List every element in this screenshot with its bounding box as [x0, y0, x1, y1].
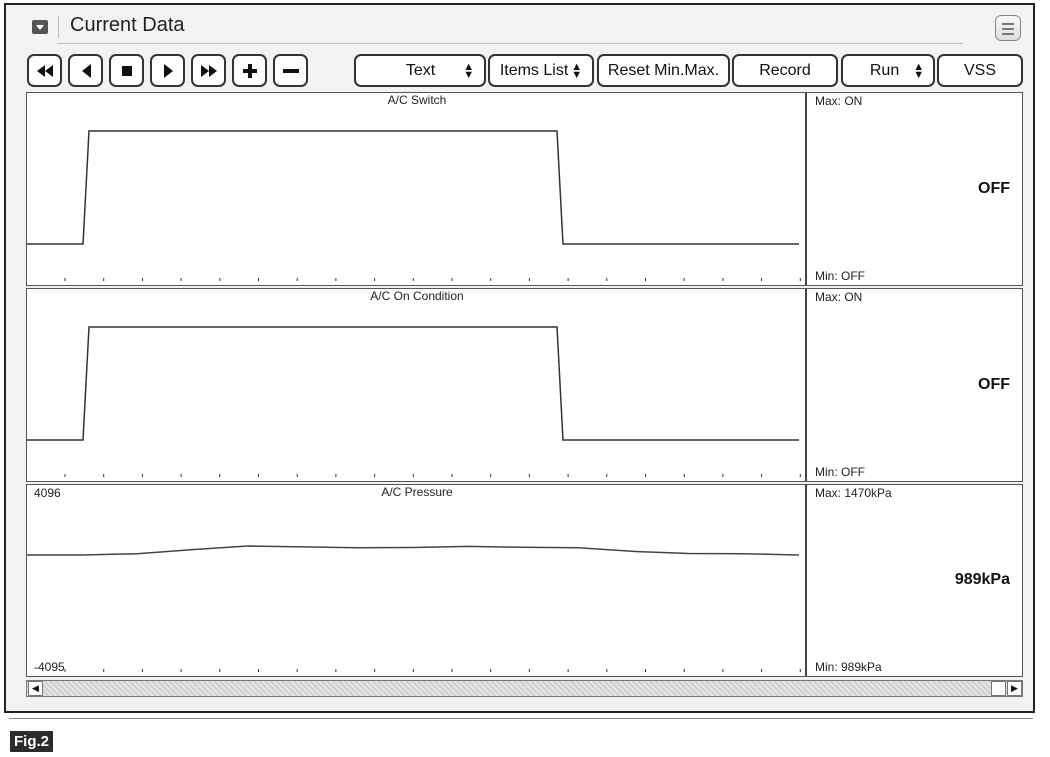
vss-button[interactable]: VSS — [937, 54, 1023, 87]
panel-title: A/C Switch — [387, 93, 447, 107]
window-menu-icon[interactable] — [32, 20, 48, 34]
step-back-icon — [81, 63, 91, 78]
zoom-out-icon — [282, 68, 299, 73]
display-mode-value: Text — [405, 61, 436, 79]
scroll-thumb[interactable] — [991, 681, 1006, 696]
ac-pressure-graph — [27, 545, 801, 672]
step-back-button[interactable] — [68, 54, 103, 87]
max-value: Max: 1470kPa — [815, 486, 892, 500]
window-title: Current Data — [70, 14, 185, 36]
min-value: Min: 989kPa — [815, 660, 882, 674]
reset-min-max-button[interactable]: Reset Min.Max. — [597, 54, 730, 87]
fast-forward-icon — [200, 64, 217, 77]
min-value: Min: OFF — [815, 269, 865, 283]
stop-button[interactable] — [109, 54, 144, 87]
panel-title: A/C On Condition — [370, 289, 464, 303]
record-button[interactable]: Record — [732, 54, 838, 87]
graph-panel-ac-switch: A/C Switch Max: ON OFF Min: OFF — [26, 92, 1023, 286]
rewind-button[interactable] — [27, 54, 62, 87]
select-arrows-icon: ▲ ▼ — [463, 60, 475, 81]
plot-area[interactable]: A/C Pressure 4096 -4095 — [27, 485, 807, 676]
play-button[interactable] — [150, 54, 185, 87]
scroll-right-button[interactable]: ▶ — [1007, 681, 1022, 696]
signal-trace — [27, 326, 799, 441]
record-label: Record — [759, 61, 811, 79]
panel-title: A/C Pressure — [381, 485, 453, 499]
ac-on-condition-graph — [27, 326, 801, 477]
horizontal-scrollbar[interactable]: ◀ ▶ — [26, 680, 1023, 697]
current-value: OFF — [978, 180, 1010, 197]
signal-trace — [27, 130, 799, 245]
zoom-out-button[interactable] — [273, 54, 308, 87]
play-icon — [163, 63, 173, 78]
min-value: Min: OFF — [815, 465, 865, 479]
title-bar: Current Data — [18, 10, 1023, 44]
reset-min-max-label: Reset Min.Max. — [607, 61, 720, 79]
y-axis-max-label: 4096 — [34, 486, 61, 500]
fast-forward-button[interactable] — [191, 54, 226, 87]
run-label: Run — [869, 61, 900, 79]
title-divider — [58, 43, 963, 44]
display-mode-select[interactable]: Text ▲ ▼ — [354, 54, 486, 87]
pressure-trace — [27, 545, 800, 556]
y-axis-min-label: -4095 — [34, 660, 65, 674]
list-menu-icon[interactable] — [995, 15, 1021, 41]
vss-label: VSS — [963, 61, 996, 79]
ac-switch-graph — [27, 130, 801, 281]
current-value: 989kPa — [954, 571, 1010, 588]
scroll-left-button[interactable]: ◀ — [28, 681, 43, 696]
plot-area[interactable]: A/C Switch — [27, 93, 807, 285]
frame-line — [9, 718, 1033, 719]
select-arrows-icon: ▲ ▼ — [913, 60, 925, 81]
graph-panel-ac-pressure: A/C Pressure 4096 -4095 Max: 1470kPa 989… — [26, 484, 1023, 677]
max-value: Max: ON — [815, 94, 863, 108]
items-list-select[interactable]: Items List ▲ ▼ — [488, 54, 594, 87]
zoom-in-icon — [242, 63, 257, 78]
max-value: Max: ON — [815, 290, 863, 304]
items-list-label: Items List — [499, 61, 569, 79]
current-value: OFF — [978, 376, 1010, 393]
title-separator — [58, 16, 59, 38]
graph-panel-ac-on-condition: A/C On Condition Max: ON OFF Min: OFF — [26, 288, 1023, 482]
zoom-in-button[interactable] — [232, 54, 267, 87]
plot-area[interactable]: A/C On Condition — [27, 289, 807, 481]
rewind-icon — [36, 64, 53, 77]
select-arrows-icon: ▲ ▼ — [571, 60, 583, 81]
run-select[interactable]: Run ▲ ▼ — [841, 54, 935, 87]
stop-icon — [121, 65, 132, 76]
figure-label: Fig.2 — [10, 731, 54, 752]
